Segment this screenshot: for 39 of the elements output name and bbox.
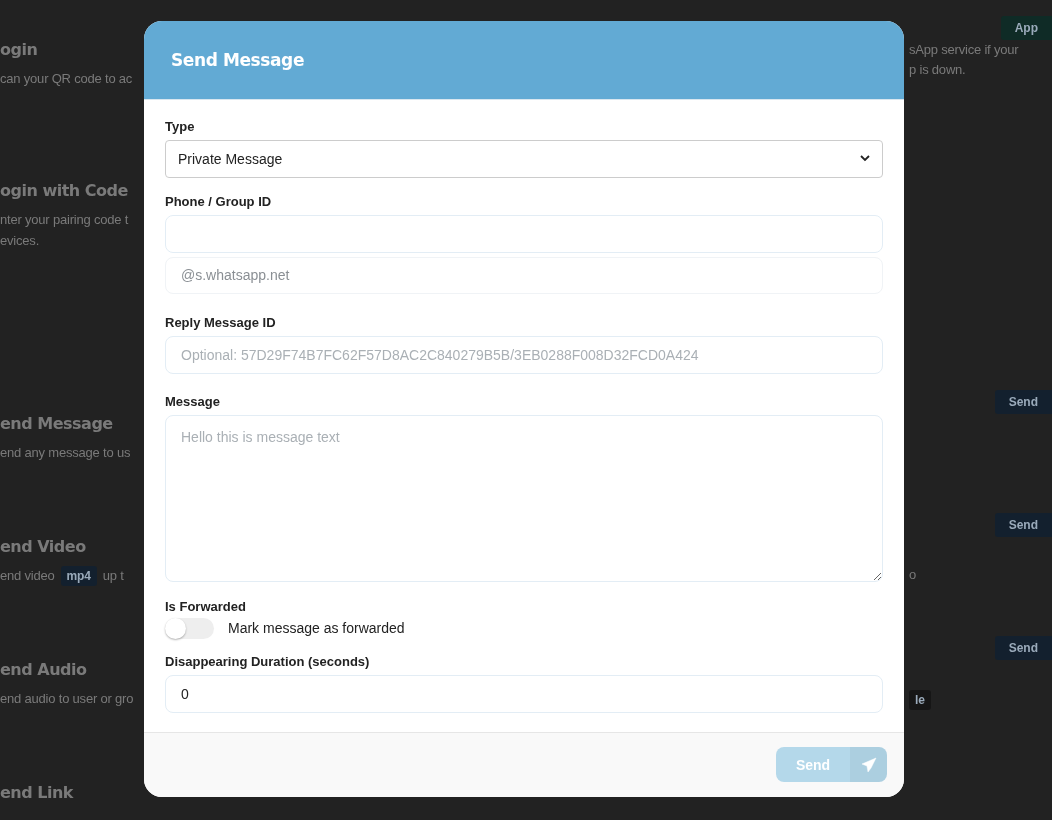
format-tag: mp4 [60,566,97,586]
card-description: up t [102,567,124,585]
field-label: Disappearing Duration (seconds) [165,652,370,670]
reply-id-input[interactable]: Optional: 57D29F74B7FC62F57D8AC2C840279B5B/3EB0288F008D32FCD0A424 [165,335,883,374]
format-tag: le [909,690,931,710]
card-title: end Audio [0,659,88,681]
chevron-icon [860,155,870,163]
duration-input[interactable]: 0 [165,674,883,713]
phone-input[interactable] [165,214,883,253]
toggle-label: Mark message as forwarded [228,620,405,637]
message-textarea[interactable]: Hello this is message text [165,414,883,582]
card-title: end Link [0,782,75,804]
send-icon [860,756,877,773]
card-description: p is down. [909,61,966,79]
card-description: o [909,566,917,584]
field-label: Type [165,117,195,135]
action-badge[interactable]: Send [994,390,1052,414]
domain-suffix: @s.whatsapp.net [165,256,883,294]
forwarded-toggle[interactable] [165,617,214,639]
type-select[interactable]: Private Message [165,139,883,178]
field-label: Phone / Group ID [165,192,272,210]
field-label: Reply Message ID [165,313,276,331]
card-description: end audio to user or gro [0,690,134,708]
action-badge[interactable]: Send [994,636,1052,660]
card-description: end video [0,567,55,585]
field-label: Is Forwarded [165,597,246,615]
dialog-title: Send Message [171,49,305,70]
card-description: can your QR code to ac [0,70,133,88]
card-description: sApp service if your [909,41,1019,59]
card-title: end Video [0,536,87,558]
field-label: Message [165,392,220,410]
card-title: ogin with Code [0,180,129,202]
card-description: nter your pairing code t [0,211,129,229]
card-description: end any message to us [0,444,131,462]
card-title: ogin [0,39,39,61]
action-badge[interactable]: Send [994,513,1052,537]
card-description: evices. [0,232,40,250]
card-title: end Message [0,413,114,435]
action-badge[interactable]: App [1000,16,1052,40]
